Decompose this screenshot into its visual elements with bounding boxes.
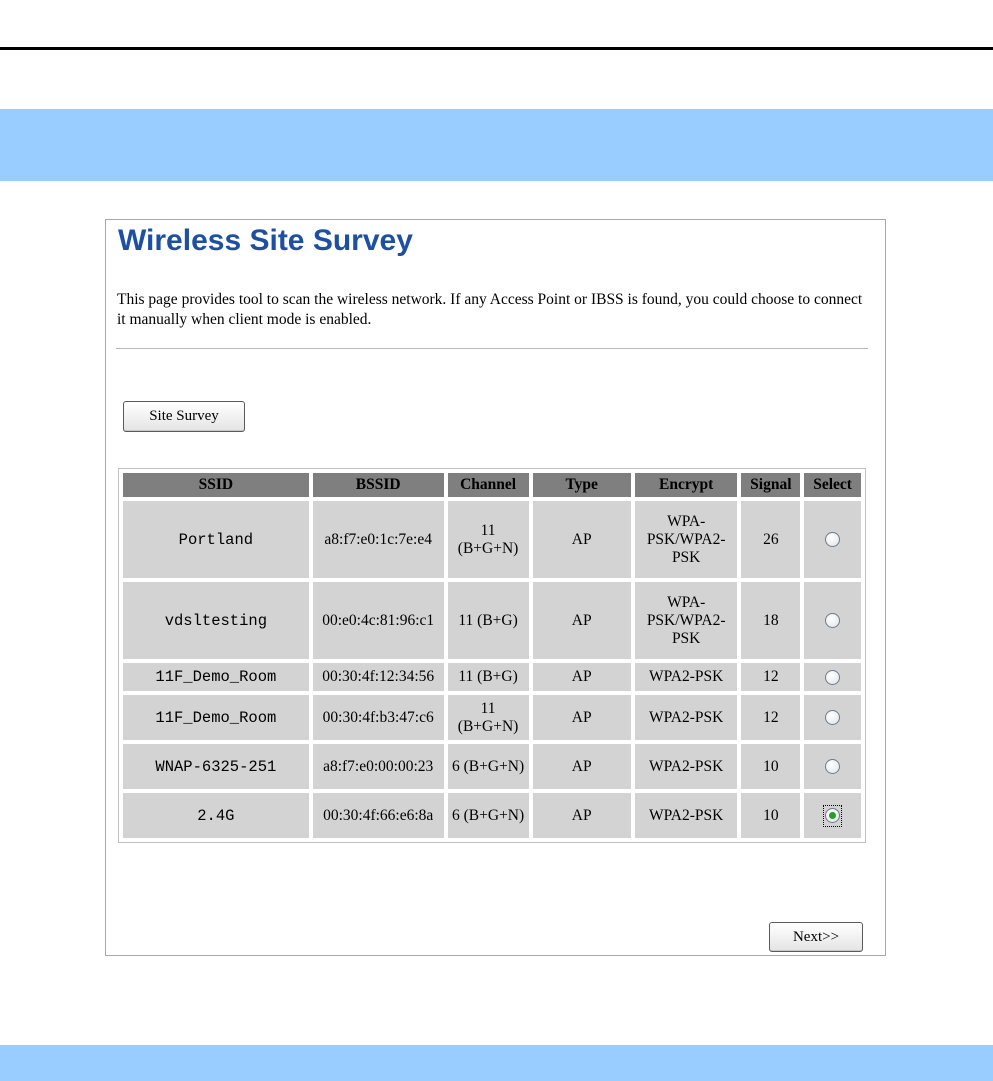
encrypt-cell: WPA-PSK/WPA2-PSK [634,501,738,578]
table-row: 2.4G 00:30:4f:66:e6:8a 6 (B+G+N) AP WPA2… [123,793,861,838]
table-row: 11F_Demo_Room 00:30:4f:b3:47:c6 11 (B+G+… [123,695,861,740]
column-header-encrypt: Encrypt [634,473,738,497]
signal-cell: 10 [741,793,801,838]
column-header-channel: Channel [447,473,529,497]
select-radio[interactable] [825,613,841,629]
channel-cell: 6 (B+G+N) [447,793,529,838]
channel-cell: 11 (B+G) [447,663,529,691]
type-cell: AP [532,663,631,691]
channel-cell: 11 (B+G) [447,582,529,659]
column-header-ssid: SSID [123,473,309,497]
ssid-cell: vdsltesting [123,582,309,659]
ssid-cell: 2.4G [123,793,309,838]
column-header-signal: Signal [741,473,801,497]
type-cell: AP [532,793,631,838]
select-cell [804,695,861,740]
bssid-cell: 00:30:4f:66:e6:8a [312,793,444,838]
description-divider [116,348,868,349]
select-radio[interactable] [825,808,841,824]
type-cell: AP [532,501,631,578]
signal-cell: 12 [741,663,801,691]
type-cell: AP [532,744,631,789]
select-cell [804,663,861,691]
table-row: WNAP-6325-251 a8:f7:e0:00:00:23 6 (B+G+N… [123,744,861,789]
signal-cell: 10 [741,744,801,789]
page-description: This page provides tool to scan the wire… [117,291,863,328]
ssid-cell: Portland [123,501,309,578]
type-cell: AP [532,582,631,659]
footer-band [0,1045,993,1081]
select-cell [804,744,861,789]
channel-cell: 11 (B+G+N) [447,501,529,578]
bssid-cell: 00:e0:4c:81:96:c1 [312,582,444,659]
page-title: Wireless Site Survey [118,224,413,257]
select-radio[interactable] [825,710,841,726]
signal-cell: 26 [741,501,801,578]
table-row: 11F_Demo_Room 00:30:4f:12:34:56 11 (B+G)… [123,663,861,691]
survey-results-table: SSID BSSID Channel Type Encrypt Signal S… [118,468,866,843]
column-header-bssid: BSSID [312,473,444,497]
signal-cell: 12 [741,695,801,740]
select-cell [804,582,861,659]
site-survey-button[interactable]: Site Survey [123,401,245,432]
encrypt-cell: WPA2-PSK [634,793,738,838]
ssid-cell: WNAP-6325-251 [123,744,309,789]
type-cell: AP [532,695,631,740]
column-header-select: Select [804,473,861,497]
bssid-cell: a8:f7:e0:1c:7e:e4 [312,501,444,578]
table-row: Portland a8:f7:e0:1c:7e:e4 11 (B+G+N) AP… [123,501,861,578]
select-radio[interactable] [825,759,841,775]
encrypt-cell: WPA2-PSK [634,695,738,740]
select-radio[interactable] [825,669,841,685]
ssid-cell: 11F_Demo_Room [123,695,309,740]
select-cell [804,501,861,578]
signal-cell: 18 [741,582,801,659]
encrypt-cell: WPA-PSK/WPA2-PSK [634,582,738,659]
table-row: vdsltesting 00:e0:4c:81:96:c1 11 (B+G) A… [123,582,861,659]
channel-cell: 6 (B+G+N) [447,744,529,789]
table-header-row: SSID BSSID Channel Type Encrypt Signal S… [123,473,861,497]
next-button[interactable]: Next>> [769,922,863,952]
top-divider [0,47,993,50]
ssid-cell: 11F_Demo_Room [123,663,309,691]
site-survey-screenshot-frame: Wireless Site Survey This page provides … [105,219,886,956]
select-cell [804,793,861,838]
channel-cell: 11 (B+G+N) [447,695,529,740]
bssid-cell: 00:30:4f:b3:47:c6 [312,695,444,740]
bssid-cell: a8:f7:e0:00:00:23 [312,744,444,789]
select-radio[interactable] [825,532,841,548]
header-band [0,109,993,181]
encrypt-cell: WPA2-PSK [634,744,738,789]
encrypt-cell: WPA2-PSK [634,663,738,691]
bssid-cell: 00:30:4f:12:34:56 [312,663,444,691]
column-header-type: Type [532,473,631,497]
